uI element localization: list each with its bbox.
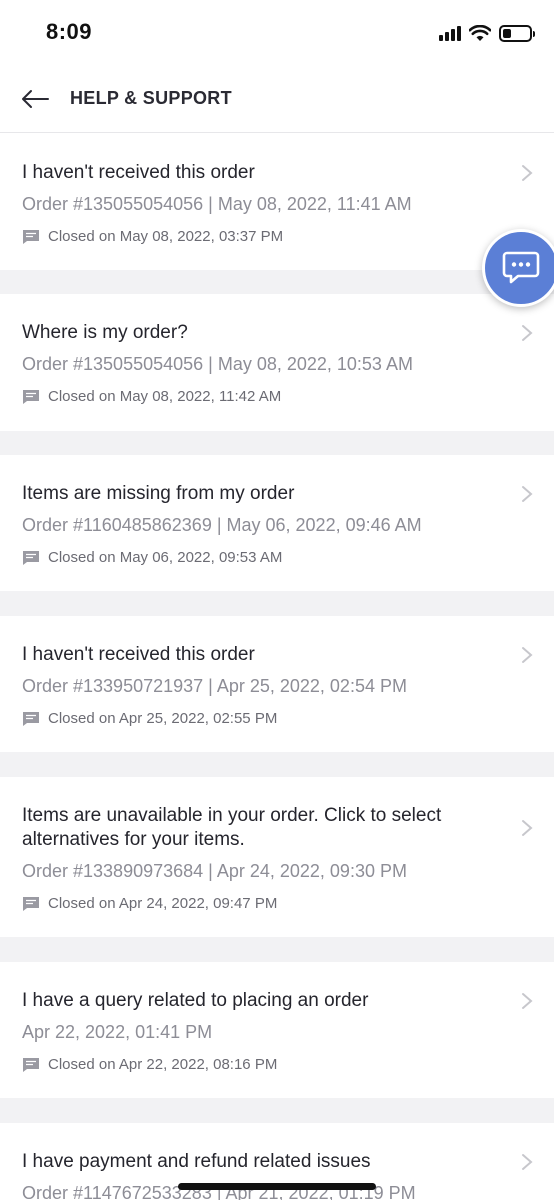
message-icon bbox=[23, 389, 39, 404]
divider bbox=[0, 591, 554, 616]
ticket-card[interactable]: I haven't received this order Order #135… bbox=[0, 134, 554, 270]
status-bar: 8:09 bbox=[0, 0, 554, 66]
ticket-title: Where is my order? bbox=[22, 322, 188, 343]
ticket-order-info: Order #135055054056 | May 08, 2022, 11:4… bbox=[22, 194, 412, 214]
message-icon bbox=[23, 229, 39, 244]
ticket-status-text: Closed on Apr 22, 2022, 08:16 PM bbox=[48, 1056, 278, 1073]
ticket-status: Closed on Apr 25, 2022, 02:55 PM bbox=[22, 710, 277, 727]
ticket-order-info: Order #135055054056 | May 08, 2022, 10:5… bbox=[22, 354, 413, 374]
message-icon bbox=[23, 550, 39, 565]
divider bbox=[0, 270, 554, 294]
chevron-right-icon bbox=[522, 486, 533, 502]
ticket-status: Closed on May 08, 2022, 03:37 PM bbox=[22, 228, 283, 245]
ticket-card[interactable]: I have a query related to placing an ord… bbox=[0, 962, 554, 1098]
ticket-title: Items are missing from my order bbox=[22, 483, 295, 504]
ticket-card[interactable]: I haven't received this order Order #133… bbox=[0, 616, 554, 752]
status-icons bbox=[439, 22, 535, 44]
chat-support-button[interactable] bbox=[482, 229, 554, 307]
ticket-title: I have payment and refund related issues bbox=[22, 1151, 371, 1172]
ticket-status-text: Closed on May 08, 2022, 03:37 PM bbox=[48, 228, 284, 245]
ticket-status: Closed on Apr 22, 2022, 08:16 PM bbox=[22, 1056, 277, 1073]
header: HELP & SUPPORT bbox=[0, 66, 554, 133]
ticket-card[interactable]: Items are missing from my order Order #1… bbox=[0, 455, 554, 591]
status-time: 8:09 bbox=[46, 19, 93, 44]
ticket-order-info: Order #1160485862369 | May 06, 2022, 09:… bbox=[22, 515, 422, 535]
ticket-card[interactable]: Items are unavailable in your order. Cli… bbox=[0, 777, 554, 937]
message-icon bbox=[23, 711, 39, 726]
chat-bubble-icon bbox=[502, 251, 540, 284]
ticket-title: I haven't received this order bbox=[22, 162, 255, 183]
chevron-right-icon bbox=[522, 325, 533, 341]
ticket-order-info: Apr 22, 2022, 01:41 PM bbox=[22, 1022, 213, 1042]
ticket-order-info: Order #133890973684 | Apr 24, 2022, 09:3… bbox=[22, 861, 407, 881]
ticket-order-info: Order #133950721937 | Apr 25, 2022, 02:5… bbox=[22, 676, 407, 696]
back-button[interactable] bbox=[18, 84, 52, 114]
chevron-right-icon bbox=[522, 1154, 533, 1170]
arrow-left-icon bbox=[22, 90, 49, 108]
ticket-status: Closed on May 06, 2022, 09:53 AM bbox=[22, 549, 282, 566]
message-icon bbox=[23, 896, 39, 911]
ticket-title: Items are unavailable in your order. Cli… bbox=[22, 805, 442, 850]
cellular-signal-icon bbox=[439, 25, 461, 41]
ticket-status-text: Closed on May 08, 2022, 11:42 AM bbox=[48, 388, 282, 405]
wifi-icon bbox=[469, 24, 491, 41]
home-indicator bbox=[178, 1183, 376, 1190]
divider bbox=[0, 752, 554, 777]
chevron-right-icon bbox=[522, 820, 533, 836]
ticket-status: Closed on Apr 24, 2022, 09:47 PM bbox=[22, 895, 277, 912]
chevron-right-icon bbox=[522, 993, 533, 1009]
chevron-right-icon bbox=[522, 165, 533, 181]
ticket-status-text: Closed on May 06, 2022, 09:53 AM bbox=[48, 549, 283, 566]
ticket-title: I haven't received this order bbox=[22, 644, 255, 665]
ticket-status-text: Closed on Apr 24, 2022, 09:47 PM bbox=[48, 895, 278, 912]
message-icon bbox=[23, 1057, 39, 1072]
ticket-status: Closed on May 08, 2022, 11:42 AM bbox=[22, 388, 281, 405]
divider bbox=[0, 1098, 554, 1123]
divider bbox=[0, 937, 554, 962]
ticket-card[interactable]: Where is my order? Order #135055054056 |… bbox=[0, 294, 554, 431]
chevron-right-icon bbox=[522, 647, 533, 663]
page-title: HELP & SUPPORT bbox=[70, 88, 232, 108]
divider bbox=[0, 431, 554, 455]
ticket-title: I have a query related to placing an ord… bbox=[22, 990, 369, 1011]
battery-icon bbox=[499, 24, 535, 42]
ticket-status-text: Closed on Apr 25, 2022, 02:55 PM bbox=[48, 710, 278, 727]
